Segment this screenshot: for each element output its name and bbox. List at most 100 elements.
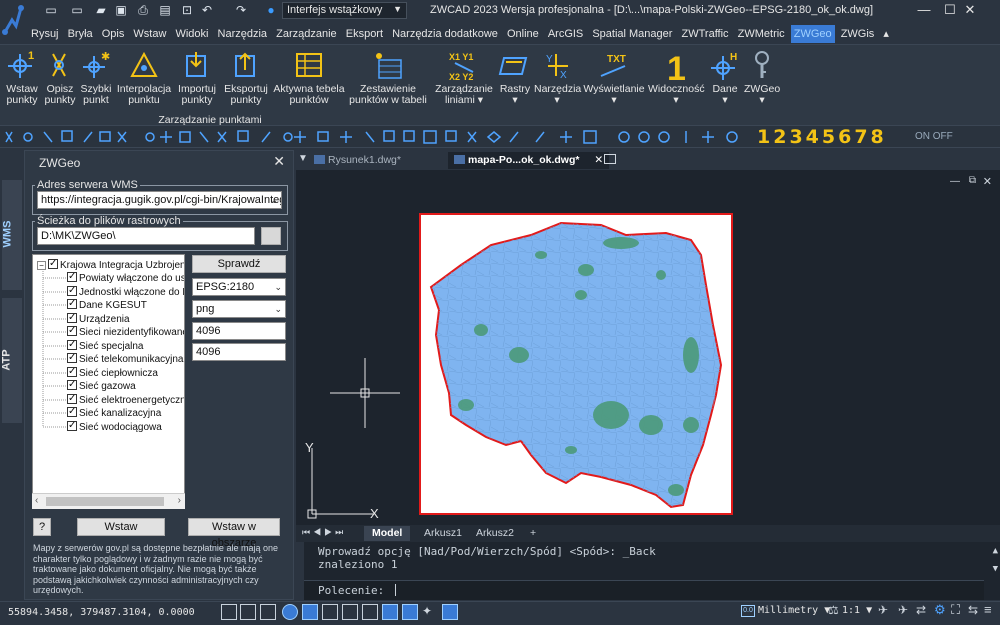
menu-item-zwtraffic[interactable]: ZWTraffic (679, 25, 732, 43)
tab-mapa-polski[interactable]: mapa-Po...ok_ok.dwg* ✕ (448, 152, 610, 169)
close-icon[interactable]: ✕ (594, 154, 603, 166)
maximize-icon[interactable]: ☐ (940, 2, 960, 18)
check-button[interactable]: Sprawdź (192, 255, 286, 273)
line-management-button[interactable]: X1 Y1 X2 Y2 Zarządzanie liniami ▾ (434, 48, 494, 106)
menu-item-narzedzia[interactable]: Narzędzia (215, 25, 271, 43)
menu-item-zwmetric[interactable]: ZWMetric (735, 25, 788, 43)
tree-item[interactable]: Sieć gazowa (67, 378, 136, 393)
tab-arkusz2[interactable]: Arkusz2 (468, 526, 522, 541)
ribbon-toggle-icon[interactable]: ▴ (880, 25, 892, 43)
annotation-scale-icon[interactable]: ⚖ (828, 603, 839, 617)
point-interpolation-button[interactable]: Interpolacja punktu (116, 48, 172, 106)
tree-item[interactable]: Jednostki włączone do KO (67, 284, 184, 299)
close-icon[interactable]: ✕ (983, 175, 992, 188)
scroll-up-icon[interactable]: ▲ (993, 546, 998, 556)
save-icon[interactable]: ▣ (114, 3, 128, 17)
dynamic-input-icon[interactable] (362, 604, 378, 620)
tree-item[interactable]: Sieć telekomunikacyjna (67, 351, 184, 366)
object-snap-icon[interactable] (302, 604, 318, 620)
settings-icon[interactable]: ⚙ (934, 602, 946, 618)
zwgeo-button[interactable]: ZWGeo ▾ (744, 48, 780, 106)
crs-select[interactable]: EPSG:2180 ⌄ (192, 278, 286, 296)
help-button[interactable]: ? (33, 518, 51, 536)
insert-button[interactable]: Wstaw (77, 518, 165, 536)
scroll-thumb[interactable] (46, 497, 164, 506)
tree-item[interactable]: Sieci niezidentyfikowane (67, 324, 184, 339)
tree-horizontal-scrollbar[interactable]: ‹ › (32, 493, 185, 509)
close-icon[interactable]: ✕ (960, 2, 980, 18)
tab-add-layout[interactable]: + (522, 526, 544, 541)
minimize-icon[interactable]: — (950, 176, 960, 187)
restore-icon[interactable]: ⧉ (969, 175, 976, 186)
transparency-icon[interactable] (402, 604, 418, 620)
command-grip[interactable] (296, 542, 304, 600)
grid-icon[interactable] (221, 604, 237, 620)
insert-points-button[interactable]: 1 Wstaw punkty (2, 48, 42, 106)
export-points-button[interactable]: Eksportuj punkty (222, 48, 270, 106)
tree-item[interactable]: Sieć ciepłownicza (67, 365, 158, 380)
layer-digits-toolbar[interactable]: 12345678 (757, 126, 887, 148)
active-point-table-button[interactable]: Aktywna tebela punktów (272, 48, 346, 106)
tab-arkusz1[interactable]: Arkusz1 (416, 526, 470, 541)
plot-preview-icon[interactable]: ▤ (158, 3, 172, 17)
help-icon[interactable]: ● (264, 3, 278, 17)
tab-wms[interactable]: WMS (1, 180, 22, 290)
menu-item-rysuj[interactable]: Rysuj (28, 25, 62, 43)
menu-item-wstaw[interactable]: Wstaw (130, 25, 169, 43)
raster-path-input[interactable]: D:\MK\ZWGeo\ (37, 227, 255, 245)
lineweight-icon[interactable] (382, 604, 398, 620)
close-icon[interactable]: ✕ (273, 153, 285, 170)
visibility-button[interactable]: 1 Widoczność ▾ (648, 48, 705, 106)
snap-grid-icon[interactable] (240, 604, 256, 620)
format-select[interactable]: png ⌄ (192, 300, 286, 318)
ortho-icon[interactable] (260, 604, 276, 620)
selection-cycling-icon[interactable]: ✦ (422, 604, 438, 620)
tools-button[interactable]: YX Narzędzia ▾ (534, 48, 581, 106)
undo-icon[interactable]: ↶ (200, 3, 214, 17)
tab-atp[interactable]: ATP (1, 298, 22, 423)
new-tab-icon[interactable] (604, 154, 616, 164)
quick-point-button[interactable]: ✱ Szybki punkt (78, 48, 114, 106)
dynamic-ucs-icon[interactable] (342, 604, 358, 620)
menu-item-online[interactable]: Online (504, 25, 542, 43)
new-file-icon[interactable]: ▭ (44, 3, 58, 17)
describe-points-button[interactable]: Opisz punkty (42, 48, 78, 106)
scale-select[interactable]: 1:1 ▼ (842, 605, 872, 616)
chevron-left-icon[interactable]: ‹ (35, 495, 38, 506)
print-icon[interactable]: ⎙ (136, 3, 150, 17)
height-input[interactable]: 4096 (192, 343, 286, 361)
wms-map-raster[interactable] (419, 213, 733, 515)
zoom-icon[interactable]: ⊡ (180, 3, 194, 17)
coordinate-readout[interactable]: 55894.3458, 379487.3104, 0.0000 (8, 607, 195, 618)
chevron-right-icon[interactable]: › (178, 495, 181, 506)
redo-icon[interactable]: ↷ (234, 3, 248, 17)
tree-item[interactable]: Sieć kanalizacyjna (67, 405, 161, 420)
tab-navigation-icon[interactable]: ⏮◀▶⏭ (302, 527, 346, 538)
minimize-icon[interactable]: — (914, 2, 934, 18)
workspace-select[interactable]: Interfejs wstążkowy ▼ (282, 2, 407, 19)
menu-item-widoki[interactable]: Widoki (172, 25, 211, 43)
menu-item-zarzadzanie[interactable]: Zarządzanie (273, 25, 340, 43)
auto-scale-icon[interactable]: ✈ (898, 603, 908, 617)
menu-item-bryla[interactable]: Bryła (65, 25, 96, 43)
browse-button[interactable] (261, 227, 281, 245)
lock-icon[interactable]: ⇆ (968, 603, 978, 617)
tree-item[interactable]: Powiaty włączone do usług (67, 270, 184, 285)
tree-item[interactable]: Dane KGESUT (67, 297, 147, 312)
open-icon[interactable]: ▰ (94, 3, 108, 17)
polar-icon[interactable] (282, 604, 298, 620)
tab-model[interactable]: Model (364, 526, 411, 541)
menu-item-spatial-manager[interactable]: Spatial Manager (589, 25, 675, 43)
new-icon[interactable]: ▭ (70, 3, 84, 17)
annotation-monitor-icon[interactable] (442, 604, 458, 620)
command-input[interactable]: Polecenie: (304, 580, 984, 600)
menu-item-narzedzia-dodatkowe[interactable]: Narzędzia dodatkowe (389, 25, 501, 43)
tab-rysunek1[interactable]: Rysunek1.dwg* (308, 152, 407, 169)
tab-menu-icon[interactable]: ▼ (298, 153, 308, 164)
snap-tracking-icon[interactable] (322, 604, 338, 620)
menu-item-zwgis[interactable]: ZWGis (838, 25, 878, 43)
rasters-button[interactable]: Rastry ▾ (496, 48, 534, 106)
menu-item-opis[interactable]: Opis (99, 25, 128, 43)
insert-area-button[interactable]: Wstaw w obszarze (188, 518, 280, 549)
on-off-toggle[interactable]: ON OFF (915, 131, 953, 142)
